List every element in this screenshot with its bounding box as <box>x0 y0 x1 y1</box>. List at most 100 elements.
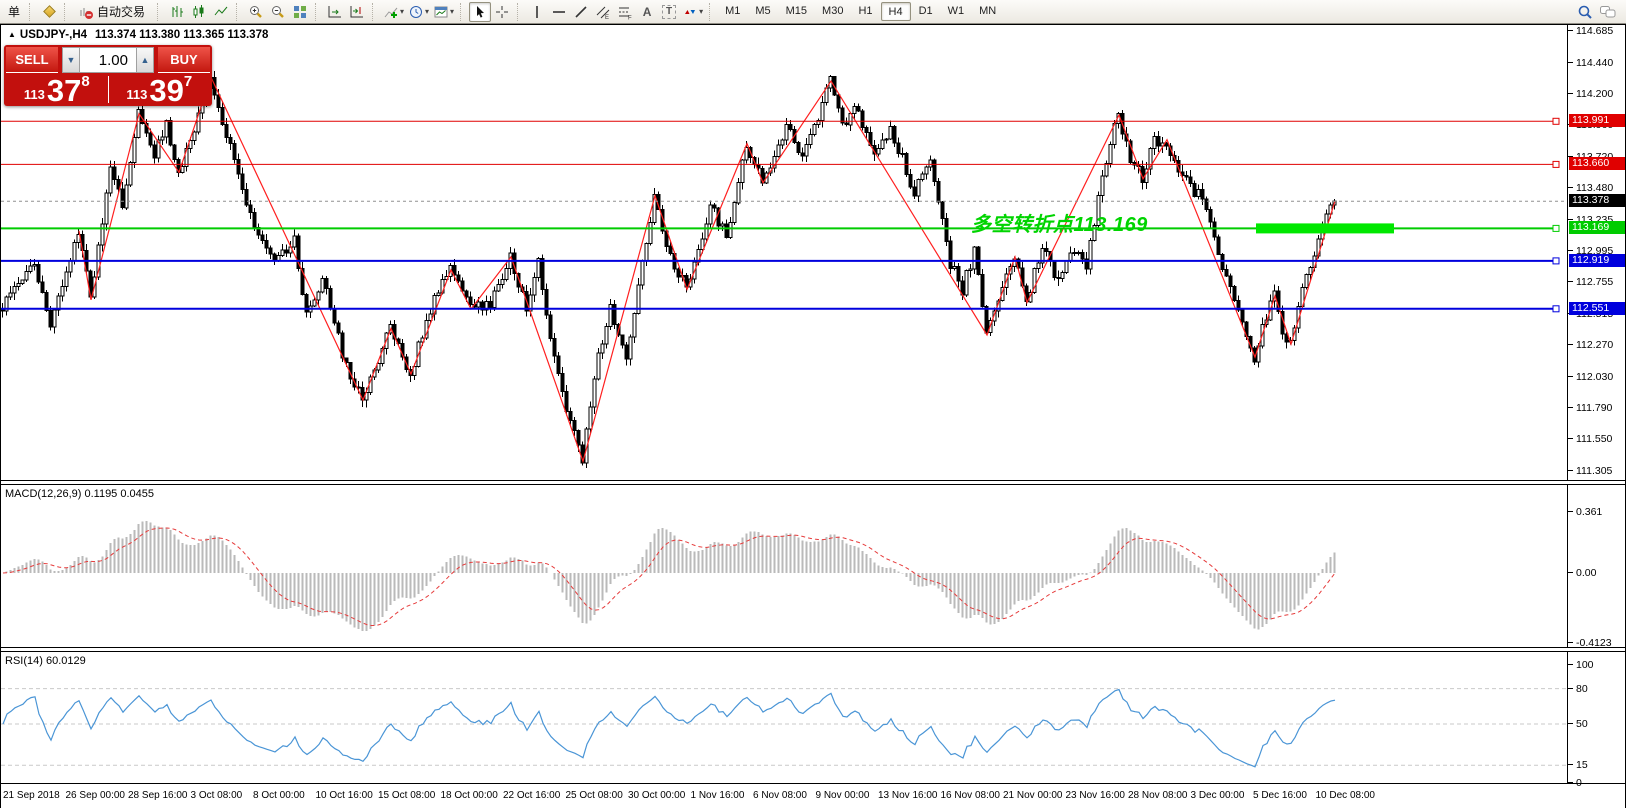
crosshair-icon <box>494 4 510 20</box>
sell-price-point: 8 <box>81 74 89 89</box>
time-tick: 28 Sep 16:00 <box>128 790 188 801</box>
search-icon[interactable] <box>1577 4 1593 20</box>
time-tick: 3 Dec 00:00 <box>1191 790 1245 801</box>
fibonacci-tool[interactable]: F <box>614 2 636 22</box>
new-order-button[interactable]: 单 <box>3 2 25 22</box>
volume-spinner: ▼ 1.00 ▲ <box>62 47 154 73</box>
equidistant-channel-tool[interactable]: E <box>592 2 614 22</box>
horizontal-line-tool[interactable] <box>548 2 570 22</box>
ohlc-values: 113.374 113.380 113.365 113.378 <box>95 29 268 41</box>
auto-scroll-button[interactable] <box>324 2 346 22</box>
time-tick: 5 Dec 16:00 <box>1253 790 1307 801</box>
toolbar-separator <box>517 3 523 21</box>
volume-input[interactable]: 1.00 <box>80 47 136 73</box>
price-tick: 111.790 <box>1576 402 1612 414</box>
periods-button[interactable]: ▾ <box>406 2 431 22</box>
price-tick: 111.550 <box>1576 433 1612 445</box>
price-level-label: 113.169 <box>1569 221 1625 234</box>
time-tick: 15 Oct 08:00 <box>378 790 435 801</box>
auto-scroll-icon <box>327 4 343 20</box>
buy-button[interactable]: BUY <box>158 47 210 73</box>
request-icon[interactable] <box>38 2 60 22</box>
toolbar-separator <box>64 3 70 21</box>
pane-splitter[interactable] <box>1 647 1625 652</box>
sell-price[interactable]: 113378 <box>6 73 108 106</box>
price-level-label: 113.378 <box>1569 194 1625 207</box>
timeframe-m30[interactable]: M30 <box>815 2 850 21</box>
chat-icon[interactable] <box>1599 4 1617 20</box>
zoom-out-icon <box>270 4 286 20</box>
indicators-button[interactable]: ▾ <box>381 2 406 22</box>
rsi-label: RSI(14) 60.0129 <box>5 655 86 667</box>
time-tick: 21 Nov 00:00 <box>1003 790 1063 801</box>
new-order-label: 单 <box>5 3 23 20</box>
timeframe-h1[interactable]: H1 <box>851 2 879 21</box>
cursor-button[interactable] <box>469 2 491 22</box>
timeframe-w1[interactable]: W1 <box>941 2 972 21</box>
main-toolbar: 单 自动交易 ▾ ▾ ▾ E F A T ▾ M1M5M15M30H1H4D1W… <box>0 0 1626 24</box>
time-tick: 25 Oct 08:00 <box>566 790 623 801</box>
timeframe-m5[interactable]: M5 <box>748 2 777 21</box>
chevron-down-icon: ▾ <box>699 7 703 16</box>
timeframe-mn[interactable]: MN <box>972 2 1003 21</box>
timeframe-d1[interactable]: D1 <box>912 2 940 21</box>
price-axis[interactable]: 114.685114.440114.200113.960113.720113.4… <box>1567 25 1625 783</box>
toolbar-separator <box>29 3 35 21</box>
crosshair-button[interactable] <box>491 2 513 22</box>
templates-button[interactable]: ▾ <box>431 2 456 22</box>
candlestick-icon <box>191 4 207 20</box>
macd-pane[interactable]: MACD(12,26,9) 0.1195 0.0455 <box>1 485 1567 647</box>
text-label-tool[interactable]: T <box>658 2 680 22</box>
volume-increase-button[interactable]: ▲ <box>136 47 154 73</box>
price-level-label: 113.991 <box>1569 114 1625 127</box>
price-tick: 114.440 <box>1576 57 1613 69</box>
time-tick: 28 Nov 08:00 <box>1128 790 1188 801</box>
time-axis[interactable]: 21 Sep 201826 Sep 00:0028 Sep 16:003 Oct… <box>1 783 1625 809</box>
candlestick-chart[interactable] <box>1 25 1567 480</box>
zoom-in-icon <box>248 4 264 20</box>
price-level-label: 112.551 <box>1569 302 1625 315</box>
chevron-down-icon: ▾ <box>400 7 404 16</box>
price-tick: 112.030 <box>1576 371 1613 383</box>
vertical-line-tool[interactable] <box>526 2 548 22</box>
price-tick: 50 <box>1576 718 1588 730</box>
collapse-arrow-icon[interactable]: ▲ <box>8 30 16 39</box>
zoom-in-button[interactable] <box>245 2 267 22</box>
time-tick: 10 Dec 08:00 <box>1316 790 1376 801</box>
chevron-down-icon: ▾ <box>450 7 454 16</box>
svg-text:E: E <box>605 15 609 20</box>
arrows-tool[interactable]: ▾ <box>680 2 705 22</box>
price-level-label: 112.919 <box>1569 254 1625 267</box>
sell-price-figure: 113 <box>24 88 45 101</box>
autotrade-icon <box>78 4 94 20</box>
zoom-out-button[interactable] <box>267 2 289 22</box>
time-tick: 26 Sep 00:00 <box>66 790 126 801</box>
time-tick: 16 Nov 08:00 <box>941 790 1001 801</box>
vertical-line-icon <box>529 4 545 20</box>
bar-chart-button[interactable] <box>166 2 188 22</box>
price-level-label: 113.660 <box>1569 157 1625 170</box>
line-chart-button[interactable] <box>210 2 232 22</box>
price-tick: 113.480 <box>1576 182 1613 194</box>
time-tick: 6 Nov 08:00 <box>753 790 807 801</box>
time-tick: 22 Oct 16:00 <box>503 790 560 801</box>
chart-shift-button[interactable] <box>346 2 368 22</box>
trendline-tool[interactable] <box>570 2 592 22</box>
text-tool[interactable]: A <box>636 2 658 22</box>
volume-decrease-button[interactable]: ▼ <box>62 47 80 73</box>
candlestick-chart-button[interactable] <box>188 2 210 22</box>
horizontal-line-icon <box>551 4 567 20</box>
timeframe-m1[interactable]: M1 <box>718 2 747 21</box>
sell-button[interactable]: SELL <box>6 47 58 73</box>
rsi-pane[interactable]: RSI(14) 60.0129 <box>1 652 1567 783</box>
buy-price-pips: 39 <box>149 78 183 103</box>
price-chart-pane[interactable]: ▲USDJPY-,H4113.374 113.380 113.365 113.3… <box>1 25 1567 480</box>
text-icon: A <box>643 5 652 19</box>
time-tick: 8 Oct 00:00 <box>253 790 305 801</box>
autotrading-button[interactable]: 自动交易 <box>73 2 153 22</box>
timeframe-m15[interactable]: M15 <box>779 2 814 21</box>
tile-windows-button[interactable] <box>289 2 311 22</box>
buy-price[interactable]: 113397 <box>109 73 211 106</box>
pane-splitter[interactable] <box>1 480 1625 485</box>
timeframe-h4[interactable]: H4 <box>881 2 911 21</box>
